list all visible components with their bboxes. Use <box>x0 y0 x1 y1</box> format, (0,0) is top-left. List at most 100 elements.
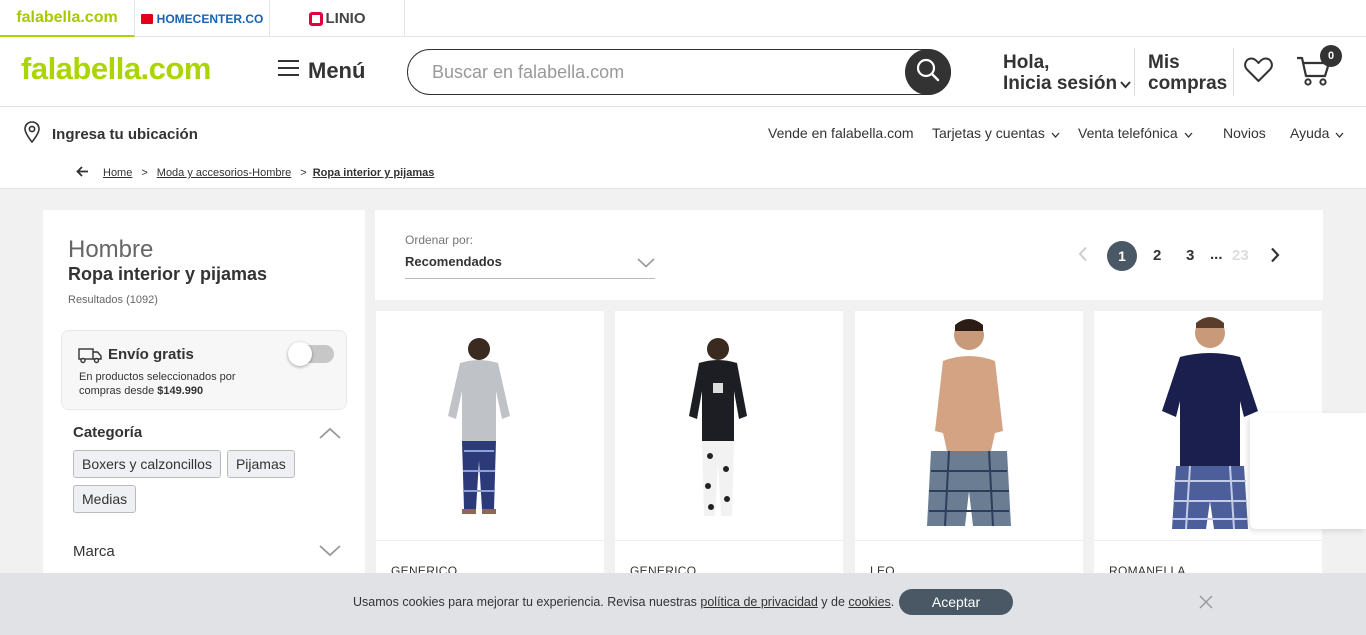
breadcrumb-current[interactable]: Ropa interior y pijamas <box>313 167 435 179</box>
product-image[interactable] <box>376 311 604 539</box>
results-count: Resultados (1092) <box>68 294 158 306</box>
search-button[interactable] <box>905 49 951 95</box>
free-shipping-filter: Envío gratis En productos seleccionados … <box>61 330 347 410</box>
homecenter-logo-icon <box>140 13 153 24</box>
product-card[interactable]: GENERICO <box>376 311 604 591</box>
location-selector[interactable]: Ingresa tu ubicación <box>23 121 198 147</box>
nav-link-venta-telefonica[interactable]: Venta telefónica <box>1078 125 1193 141</box>
login-menu[interactable]: Hola, Inicia sesión <box>1003 52 1131 94</box>
nav-link-label: Novios <box>1223 125 1266 141</box>
breadcrumb-separator: > <box>300 167 307 179</box>
page-2[interactable]: 2 <box>1153 247 1161 264</box>
nav-link-vende[interactable]: Vende en falabella.com <box>768 125 914 141</box>
next-page-icon[interactable] <box>1270 247 1280 267</box>
cart-count-badge: 0 <box>1320 45 1342 67</box>
card-divider <box>1094 540 1322 541</box>
free-shipping-description: En productos seleccionados por compras d… <box>79 370 279 398</box>
prev-page-icon[interactable] <box>1078 246 1088 266</box>
accept-cookies-button[interactable]: Aceptar <box>899 589 1013 615</box>
sort-bar: Ordenar por: Recomendados 1 2 3 ... 23 <box>375 210 1323 300</box>
category-subtitle: Ropa interior y pijamas <box>68 264 268 284</box>
cookies-link[interactable]: cookies <box>848 595 890 609</box>
page-ellipsis: ... <box>1210 246 1223 263</box>
nav-link-label: Tarjetas y cuentas <box>932 125 1045 141</box>
category-filter-title[interactable]: Categoría <box>73 424 142 441</box>
cookie-text: . <box>890 595 895 609</box>
card-divider <box>376 540 604 541</box>
orders-line2: compras <box>1148 73 1228 94</box>
header-divider <box>1233 48 1234 96</box>
search-bar <box>407 49 951 95</box>
truck-icon <box>78 346 102 369</box>
category-chip-medias[interactable]: Medias <box>73 485 137 513</box>
chevron-down-icon <box>1184 125 1193 141</box>
greeting-line2: Inicia sesión <box>1003 73 1118 94</box>
card-divider <box>615 540 843 541</box>
heart-icon <box>1244 57 1273 87</box>
nav-link-label: Venta telefónica <box>1078 125 1178 141</box>
orders-line1: Mis <box>1148 52 1180 73</box>
back-arrow-icon[interactable] <box>76 166 89 180</box>
nav-link-novios[interactable]: Novios <box>1223 125 1266 141</box>
location-label: Ingresa tu ubicación <box>52 125 198 143</box>
sort-underline <box>405 278 655 279</box>
category-chip-boxers[interactable]: Boxers y calzoncillos <box>73 450 221 478</box>
brand-tab-homecenter[interactable]: HOMECENTER.CO <box>135 0 270 37</box>
linio-logo-icon <box>308 11 323 26</box>
breadcrumb-moda[interactable]: Moda y accesorios-Hombre <box>157 167 292 179</box>
location-pin-icon <box>23 121 41 147</box>
page-last[interactable]: 23 <box>1232 247 1249 264</box>
chevron-down-icon[interactable] <box>637 255 655 273</box>
cookie-text: Usamos cookies para mejorar tu experienc… <box>353 595 701 609</box>
product-image[interactable] <box>855 311 1083 539</box>
greeting-line1: Hola, <box>1003 52 1050 73</box>
nav-link-ayuda[interactable]: Ayuda <box>1290 125 1344 141</box>
chevron-up-icon[interactable] <box>319 426 341 444</box>
filter-sidebar: Hombre Ropa interior y pijamas Resultado… <box>43 210 365 630</box>
floating-panel[interactable] <box>1250 413 1366 529</box>
cookie-banner: Usamos cookies para mejorar tu experienc… <box>0 573 1366 635</box>
product-image[interactable] <box>615 311 843 539</box>
menu-label: Menú <box>308 58 366 83</box>
brand-bar: falabella.com HOMECENTER.CO LINIO <box>0 0 1366 37</box>
nav-link-tarjetas[interactable]: Tarjetas y cuentas <box>932 125 1060 141</box>
my-orders-link[interactable]: Mis compras <box>1148 52 1227 94</box>
toggle-knob <box>288 342 312 366</box>
brand-filter-title[interactable]: Marca <box>73 543 115 560</box>
close-icon[interactable] <box>1198 594 1214 615</box>
product-card[interactable]: LEO <box>855 311 1083 591</box>
privacy-policy-link[interactable]: política de privacidad <box>700 595 817 609</box>
brand-tab-label: HOMECENTER.CO <box>156 11 264 26</box>
product-card[interactable]: GENERICO <box>615 311 843 591</box>
falabella-logo[interactable]: falabella.com <box>21 51 211 87</box>
hamburger-icon <box>278 58 300 84</box>
brand-tab-label: falabella.com <box>16 8 118 26</box>
breadcrumb-bar: Home > Moda y accesorios-Hombre > Ropa i… <box>0 157 1366 189</box>
chevron-down-icon <box>1051 125 1060 141</box>
brand-tab-falabella[interactable]: falabella.com <box>0 0 135 37</box>
brand-tab-linio[interactable]: LINIO <box>270 0 405 37</box>
category-chip-pijamas[interactable]: Pijamas <box>226 450 295 478</box>
chevron-down-icon <box>1335 125 1344 141</box>
page-current[interactable]: 1 <box>1107 241 1137 271</box>
sub-navigation: Ingresa tu ubicación Vende en falabella.… <box>0 107 1366 157</box>
nav-link-label: Ayuda <box>1290 125 1330 141</box>
page-3[interactable]: 3 <box>1186 247 1194 264</box>
free-shipping-toggle[interactable] <box>288 342 334 366</box>
chevron-down-icon[interactable] <box>319 544 341 562</box>
cookie-text: y de <box>817 595 849 609</box>
brand-tab-label: LINIO <box>325 10 366 27</box>
wishlist-button[interactable] <box>1244 57 1273 88</box>
category-title: Hombre <box>68 236 154 263</box>
menu-button[interactable]: Menú <box>278 58 365 84</box>
chevron-down-icon <box>1120 73 1131 94</box>
nav-link-label: Vende en falabella.com <box>768 125 914 141</box>
search-icon <box>916 58 940 87</box>
cookie-message: Usamos cookies para mejorar tu experienc… <box>353 595 894 609</box>
breadcrumb-home[interactable]: Home <box>103 167 132 179</box>
sort-label: Ordenar por: <box>405 233 474 247</box>
sort-select[interactable]: Recomendados <box>405 254 502 269</box>
search-input[interactable] <box>432 60 892 84</box>
main-header: falabella.com Menú Hola, Inicia sesión M… <box>0 37 1366 107</box>
breadcrumb: Home > Moda y accesorios-Hombre > Ropa i… <box>76 166 434 180</box>
